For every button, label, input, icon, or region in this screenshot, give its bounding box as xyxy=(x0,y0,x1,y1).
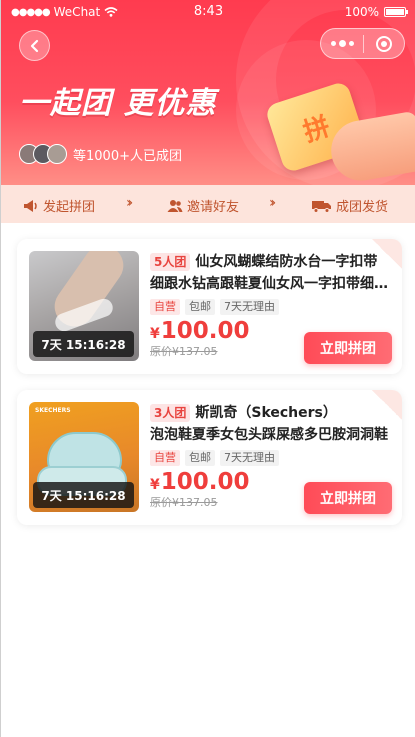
miniprogram-capsule xyxy=(320,28,405,59)
product-title[interactable]: 5人团仙女风蝴蝶结防水台一字扣带 细跟水钻高跟鞋夏仙女风一字扣带细跟水钻高跟鞋 xyxy=(150,251,392,295)
price-value: 100.00 xyxy=(160,318,250,344)
tag-free-shipping: 包邮 xyxy=(185,450,215,466)
battery-info: 100% xyxy=(344,5,408,19)
avatar xyxy=(47,144,67,164)
product-card[interactable]: 7天 15:16:28 5人团 仙女风蝴蝶结防水台一字扣带 细跟水钻高跟鞋夏仙女风… xyxy=(17,239,402,374)
battery-percent: 100% xyxy=(344,5,379,19)
tag-self-operated: 自营 xyxy=(150,299,180,315)
banner-title: 一起团 更优惠 xyxy=(19,86,217,121)
ticket-char: 拼 xyxy=(299,111,334,148)
chevron-left-icon xyxy=(30,39,38,52)
product-title[interactable]: 3人团 斯凯奇（Skechers） 泡泡鞋夏季女包头踩屎感多巴胺洞洞鞋 xyxy=(150,402,392,446)
back-button[interactable] xyxy=(19,30,50,61)
join-group-button[interactable]: 立即拼团 xyxy=(304,482,392,514)
target-icon xyxy=(376,35,392,52)
brand-logo: SKECHERS xyxy=(35,407,71,414)
step-start-group: 发起拼团 xyxy=(23,196,95,215)
product-tags: 自营 包邮 7天无理由 xyxy=(150,299,392,315)
step-label: 发起拼团 xyxy=(43,200,96,215)
group-steps-bar: 发起拼团 ›› 邀请好友 ›› 成团发货 xyxy=(1,185,415,223)
users-icon xyxy=(167,199,183,212)
tag-return-policy: 7天无理由 xyxy=(220,299,279,315)
currency-symbol: ¥ xyxy=(150,477,160,493)
step-label: 邀请好友 xyxy=(187,200,240,215)
step-invite-friends: 邀请好友 xyxy=(167,196,239,215)
double-chevron-icon: ›› xyxy=(269,195,276,211)
joined-count: 等1000+人已成团 xyxy=(19,144,182,164)
avatar-stack xyxy=(19,144,67,164)
title-line1: 斯凯奇（Skechers） xyxy=(195,405,337,421)
more-options-button[interactable] xyxy=(321,40,363,47)
price-value: 100.00 xyxy=(160,469,250,495)
tag-free-shipping: 包邮 xyxy=(185,299,215,315)
product-tags: 自营 包邮 7天无理由 xyxy=(150,450,392,466)
step-ship: 成团发货 xyxy=(312,196,388,215)
countdown-timer: 7天 15:16:28 xyxy=(33,482,134,508)
megaphone-icon xyxy=(24,199,37,212)
dot-icon xyxy=(330,41,336,46)
hero-banner: ●●●●● WeChat 8:43 100% 一起团 更优惠 等1000+人已成… xyxy=(1,0,415,185)
join-group-button[interactable]: 立即拼团 xyxy=(304,332,392,364)
tag-self-operated: 自营 xyxy=(150,450,180,466)
dot-icon xyxy=(348,41,354,46)
countdown-timer: 7天 15:16:28 xyxy=(33,331,134,357)
group-product-list: 7天 15:16:28 5人团 仙女风蝴蝶结防水台一字扣带 细跟水钻高跟鞋夏仙女风… xyxy=(1,223,415,737)
truck-icon xyxy=(312,200,331,213)
group-size-badge: 3人团 xyxy=(150,404,191,422)
dot-icon xyxy=(338,40,346,47)
step-label: 成团发货 xyxy=(336,200,389,215)
close-miniprogram-button[interactable] xyxy=(364,35,404,52)
joined-text: 等1000+人已成团 xyxy=(73,148,182,164)
group-size-badge: 5人团 xyxy=(150,253,191,271)
title-line2: 细跟水钻高跟鞋夏仙女风一字扣带细跟水钻高跟鞋 xyxy=(150,276,392,292)
title-line1: 仙女风蝴蝶结防水台一字扣带 xyxy=(195,254,378,270)
product-card[interactable]: SKECHERS 7天 15:16:28 3人团 斯凯奇（Skechers） 泡泡… xyxy=(17,390,402,525)
battery-icon xyxy=(384,7,408,17)
double-chevron-icon: ›› xyxy=(126,195,133,211)
app-frame: ●●●●● WeChat 8:43 100% 一起团 更优惠 等1000+人已成… xyxy=(0,0,415,737)
title-line2: 泡泡鞋夏季女包头踩屎感多巴胺洞洞鞋 xyxy=(150,427,388,443)
currency-symbol: ¥ xyxy=(150,326,160,342)
tag-return-policy: 7天无理由 xyxy=(220,450,279,466)
status-bar: ●●●●● WeChat 8:43 100% xyxy=(1,0,415,24)
